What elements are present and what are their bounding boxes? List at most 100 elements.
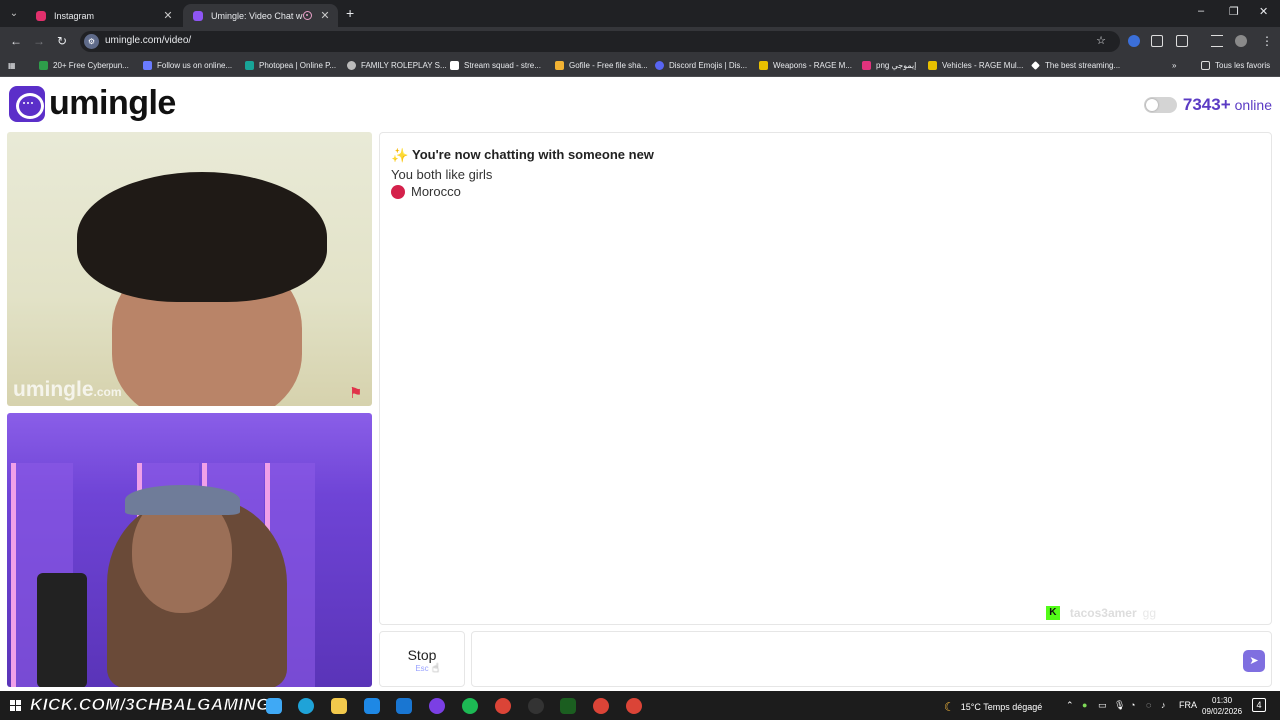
edge-icon[interactable] [298,698,314,714]
more-menu-icon[interactable]: ⋮ [1261,34,1273,48]
bookmark-11[interactable]: The best streaming... [1031,61,1120,70]
media-control-icon[interactable] [1211,35,1223,47]
notification-center-icon[interactable]: 4 [1252,698,1266,712]
bookmark-4[interactable]: FAMILY ROLEPLAY S... [347,61,447,70]
discord-icon [655,61,664,70]
network-icon[interactable]: ◔ [1130,700,1135,710]
folder-icon [555,61,564,70]
report-flag-icon[interactable]: ⚑ [349,384,367,402]
overlay-suffix: gg [1142,606,1156,620]
globe-icon [347,61,356,70]
bookmark-2[interactable]: Follow us on online... [143,61,232,70]
tray-app-icon[interactable]: ● [1082,700,1087,710]
gaming-chair [37,573,87,687]
microphone-icon[interactable]: 🎙 [1114,700,1125,711]
bookmark-label: Stream squad - stre... [464,61,541,70]
online-count: 7343+ [1182,95,1231,114]
overlay-handle: tacos3amer [1069,606,1137,620]
instagram-icon [36,10,46,21]
forward-icon[interactable]: → [33,34,45,48]
bookmark-8[interactable]: Weapons - RAGE M... [759,61,852,70]
kick-logo-icon: K [1045,606,1060,620]
new-tab-icon[interactable]: + [346,5,354,21]
spotify-icon[interactable] [462,698,478,714]
bookmark-9[interactable]: png إيموجي [862,61,916,70]
photopea-icon [245,61,254,70]
extension-grid-icon[interactable] [1151,35,1163,47]
nvidia-icon[interactable] [560,698,576,714]
bookmark-5[interactable]: Stream squad - stre... [450,61,541,70]
common-interest-text: You both like girls [391,167,493,182]
obs-icon[interactable] [429,698,445,714]
stop-button[interactable]: Stop Esc [379,631,465,687]
url-text: umingle.com/video/ [105,35,192,46]
extension-shield-icon[interactable] [1128,35,1140,47]
diamond-icon [1031,61,1040,70]
close-tab-icon[interactable]: ✕ [161,9,175,22]
file-explorer-icon[interactable] [331,698,347,714]
bookmarks-bar: ▦ 20+ Free Cyberpun... Follow us on onli… [0,56,1280,77]
all-bookmarks[interactable]: Tous les favoris [1201,61,1270,70]
tab-title: Instagram [54,10,95,21]
bookmarks-overflow-icon[interactable]: » [1172,61,1176,70]
bookmark-1[interactable]: 20+ Free Cyberpun... [39,61,129,70]
hand-cursor-icon: ☝ [432,661,440,675]
moon-weather-icon: ☾ [944,700,955,714]
morocco-flag-icon [391,184,405,199]
watermark-text: umingle [13,378,94,401]
site-info-icon[interactable]: ⚙ [84,34,99,49]
watermark-suffix: .com [93,385,122,399]
bookmark-3[interactable]: Photopea | Online P... [245,61,336,70]
letter-s-icon [450,61,459,70]
volume-icon[interactable]: ♪ [1161,700,1166,710]
profile-avatar-icon[interactable] [1235,35,1247,47]
minimize-icon[interactable]: – [1198,5,1204,17]
tray-overflow-icon[interactable]: ⌃ [1066,700,1074,711]
close-tab-icon[interactable]: ✕ [318,9,332,22]
chrome-icon[interactable] [593,698,609,714]
tab-instagram[interactable]: Instagram ✕ [26,4,181,27]
self-video [7,413,372,687]
bookmark-label: Gofile - Free file sha... [569,61,648,70]
theme-toggle[interactable] [1143,97,1177,113]
browser-toolbar: ← → ↻ ⚙ umingle.com/video/ ☆ ⋮ [0,27,1280,56]
chrome-icon[interactable] [495,698,511,714]
reload-icon[interactable]: ↻ [57,34,67,48]
bookmark-6[interactable]: Gofile - Free file sha... [555,61,648,70]
weather-widget[interactable]: ☾ 15°C Temps dégagé [944,700,1042,714]
address-bar[interactable]: ⚙ umingle.com/video/ ☆ [80,31,1120,52]
battery-icon[interactable]: ▭ [1098,700,1107,711]
copilot-icon[interactable] [266,698,282,714]
tab-umingle[interactable]: Umingle: Video Chat with St ✕ [183,4,338,27]
bookmark-7[interactable]: Discord Emojis | Dis... [655,61,747,70]
windows-start-icon[interactable] [10,700,21,711]
close-window-icon[interactable]: ✕ [1259,5,1268,18]
mail-icon[interactable] [396,698,412,714]
app-icon[interactable] [528,698,544,714]
bookmark-star-icon[interactable]: ☆ [1096,34,1106,47]
back-icon[interactable]: ← [10,34,22,48]
chat-panel: ✨ You're now chatting with someone new Y… [379,132,1272,625]
message-input[interactable]: ➤ [471,631,1272,687]
windows-taskbar: KICK.COM/3CHBALGAMING ☾ 15°C Temps dégag… [0,691,1280,720]
extensions-puzzle-icon[interactable] [1176,35,1188,47]
store-icon[interactable] [364,698,380,714]
umingle-logo[interactable]: umingle [9,84,176,123]
folder-icon [1201,61,1210,70]
apps-grid-icon[interactable]: ▦ [8,61,16,70]
stranger-hair [77,172,327,302]
notification-count: 4 [1256,700,1262,710]
all-bookmarks-label: Tous les favoris [1215,61,1271,70]
clock[interactable]: 01:30 09/02/2026 [1202,695,1242,717]
umingle-favicon-icon [193,10,203,21]
bookmark-label: Vehicles - RAGE Mul... [942,61,1024,70]
restore-icon[interactable]: ❐ [1229,5,1239,18]
browser-tab-strip: ⌄ Instagram ✕ Umingle: Video Chat with S… [0,0,1280,27]
bookmark-10[interactable]: Vehicles - RAGE Mul... [928,61,1023,70]
send-icon[interactable]: ➤ [1243,650,1265,672]
wifi-icon[interactable]: ◌ [1146,700,1151,710]
emoji-icon [862,61,871,70]
chrome-icon[interactable] [626,698,642,714]
tab-search-chevron-icon[interactable]: ⌄ [6,6,22,22]
language-indicator[interactable]: FRA [1179,700,1197,710]
